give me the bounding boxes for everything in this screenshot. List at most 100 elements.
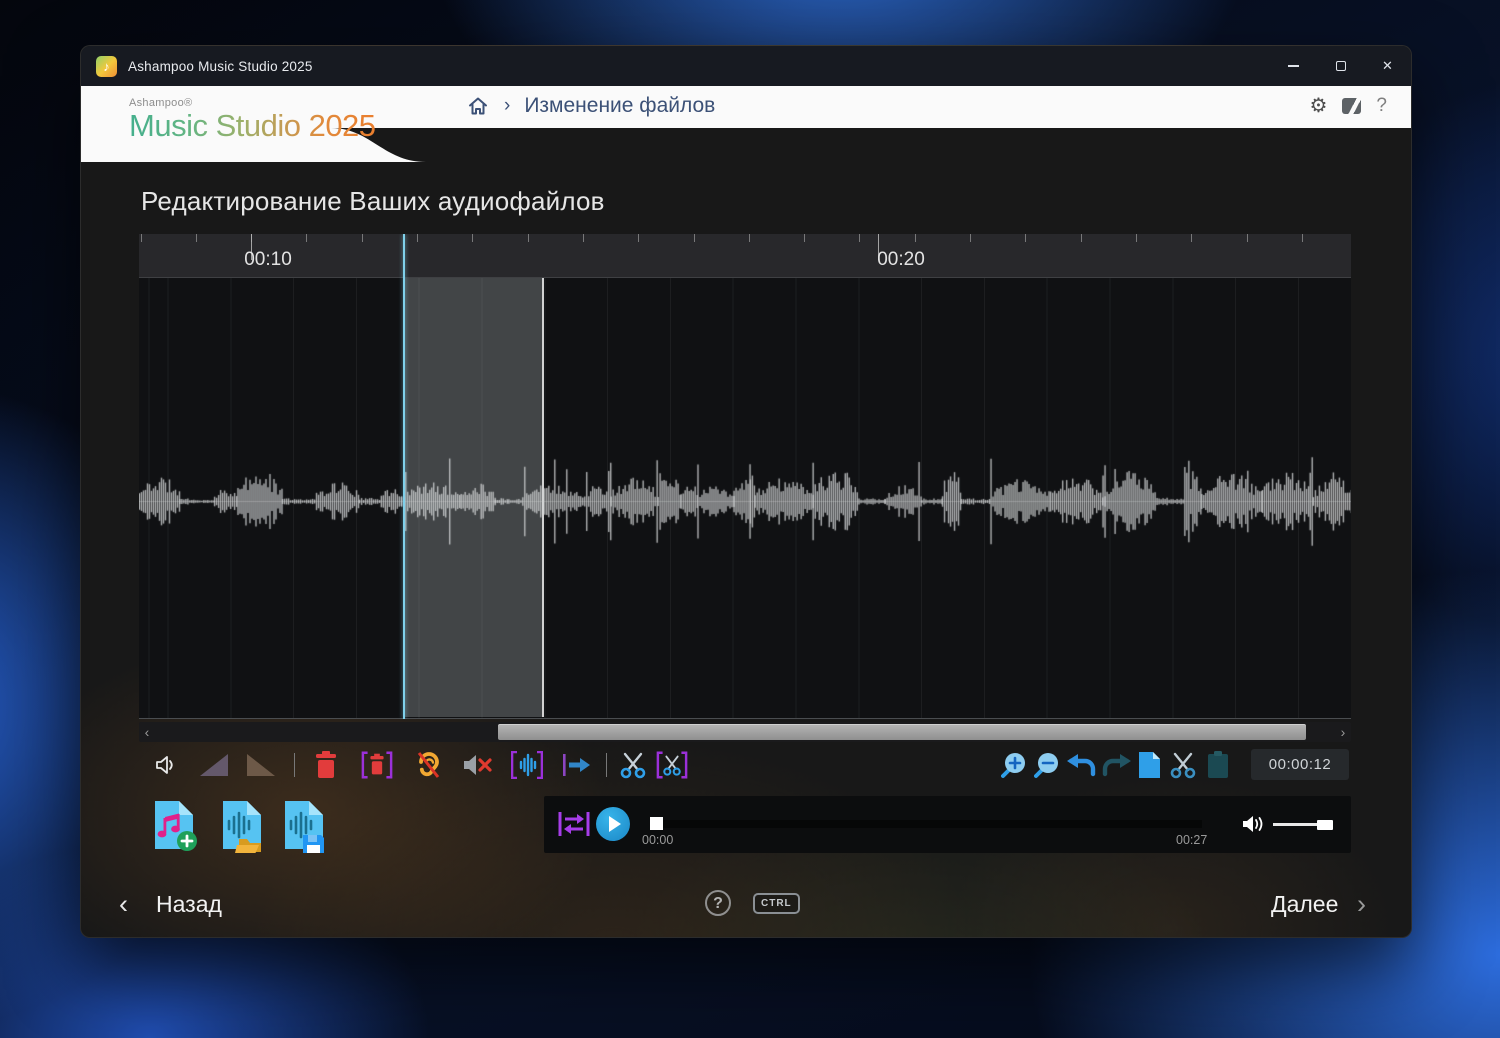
ruler-tick [306,234,308,242]
delete-selection-button[interactable] [361,748,393,782]
ruler-tick [361,234,363,242]
desktop-wallpaper: ♪ Ashampoo Music Studio 2025 ✕ Ashampoo®… [0,0,1500,1038]
ruler-tick [527,234,529,242]
ruler-tick [195,234,197,242]
add-file-button[interactable] [149,799,201,853]
ruler-tick [417,234,418,242]
horizontal-scrollbar[interactable]: ‹ › [139,722,1351,742]
zoom-out-button[interactable] [1032,748,1064,782]
titlebar[interactable]: ♪ Ashampoo Music Studio 2025 ✕ [81,46,1411,86]
scrollbar-thumb[interactable] [498,724,1306,740]
speaker-muted-icon [464,755,492,775]
unmute-selection-button[interactable] [412,748,444,782]
ruler-tick [1191,234,1193,242]
breadcrumb-chevron-icon: › [504,95,511,116]
window-title: Ashampoo Music Studio 2025 [128,58,313,74]
timeline-ruler[interactable]: 00:10 00:20 [139,234,1351,278]
back-chevron-icon[interactable]: ‹ [119,889,128,920]
close-button[interactable]: ✕ [1364,46,1411,86]
stop-button[interactable] [650,817,663,830]
ruler-tick [914,234,916,242]
minimize-button[interactable] [1270,46,1317,86]
loop-icon[interactable] [557,809,591,839]
copy-button[interactable] [1133,748,1165,782]
volume-slider[interactable] [1273,819,1333,830]
trash-selection-icon [361,751,393,779]
settings-icon[interactable]: ⚙ [1309,96,1327,116]
save-audio-file-icon [285,801,324,853]
ctrl-key-hint: CTRL [753,893,800,914]
scroll-left-icon[interactable]: ‹ [139,722,155,742]
page-title: Редактирование Ваших аудиофайлов [141,186,605,216]
home-icon[interactable] [466,94,490,118]
cursor-time-display: 00:00:12 [1251,749,1349,780]
ruler-tick [693,234,695,242]
toolbar-separator [294,753,295,777]
feedback-icon[interactable] [1342,98,1362,114]
fade-in-button[interactable] [198,748,230,782]
cut-selection-button[interactable] [656,748,688,782]
open-file-button[interactable] [217,799,269,853]
zoom-in-icon [1001,753,1025,778]
next-chevron-icon[interactable]: › [1357,889,1366,920]
goto-position-button[interactable] [560,748,592,782]
maximize-icon [1335,61,1346,71]
speaker-icon [156,756,173,774]
cut-button-secondary[interactable] [1167,748,1199,782]
preview-volume-button[interactable] [150,748,182,782]
open-audio-file-icon [223,801,261,853]
play-button[interactable] [596,807,630,841]
waveform-area[interactable] [139,278,1351,719]
zoom-in-button[interactable] [999,748,1031,782]
minimize-icon [1288,65,1299,67]
paste-icon [1208,751,1228,778]
waveform-editor: 00:10 00:20 [139,234,1351,719]
ruler-tick [140,234,142,242]
header-help-icon[interactable]: ? [1376,95,1387,117]
redo-icon [1102,754,1131,777]
breadcrumb: › Изменение файлов [466,94,715,118]
playhead[interactable] [403,234,405,719]
trash-icon [316,751,336,778]
delete-button[interactable] [310,748,342,782]
ruler-tick [970,234,971,242]
ruler-tick [1025,234,1027,242]
waveform-selection-icon [511,751,543,779]
ruler-tick [1135,234,1137,242]
ruler-label: 00:20 [877,249,925,270]
toolbar-separator [606,753,607,777]
volume-icon[interactable] [1242,814,1266,834]
ruler-tick [1301,234,1303,242]
arrow-to-marker-icon [563,754,590,776]
undo-icon [1067,754,1096,777]
ruler-tick [1080,234,1082,242]
save-file-button[interactable] [279,799,331,853]
next-button[interactable]: Далее [1271,891,1338,918]
undo-button[interactable] [1066,748,1098,782]
ruler-label: 00:10 [244,249,292,270]
mute-selection-button[interactable] [462,748,494,782]
add-music-file-icon [155,801,197,851]
maximize-button[interactable] [1317,46,1364,86]
cut-button[interactable] [617,748,649,782]
ruler-tick [582,234,584,242]
fade-out-button[interactable] [245,748,277,782]
redo-button[interactable] [1100,748,1132,782]
normalize-selection-button[interactable] [511,748,543,782]
fade-out-icon [247,754,275,776]
total-duration: 00:27 [1176,833,1208,847]
ruler-tick [859,234,861,242]
progress-track[interactable] [650,820,1202,828]
paste-button[interactable] [1202,748,1234,782]
help-button[interactable]: ? [705,890,731,916]
back-button[interactable]: Назад [156,891,222,918]
transport-bar: 00:00 00:27 [544,796,1351,853]
brand-title: Music Studio 2025 [129,108,376,143]
waveform-canvas [139,278,1351,719]
ruler-tick [1246,234,1248,242]
volume-slider-thumb[interactable] [1317,819,1333,830]
fade-in-icon [200,754,228,776]
ruler-tick [472,234,474,242]
scroll-right-icon[interactable]: › [1335,722,1351,742]
copy-icon [1139,752,1160,778]
